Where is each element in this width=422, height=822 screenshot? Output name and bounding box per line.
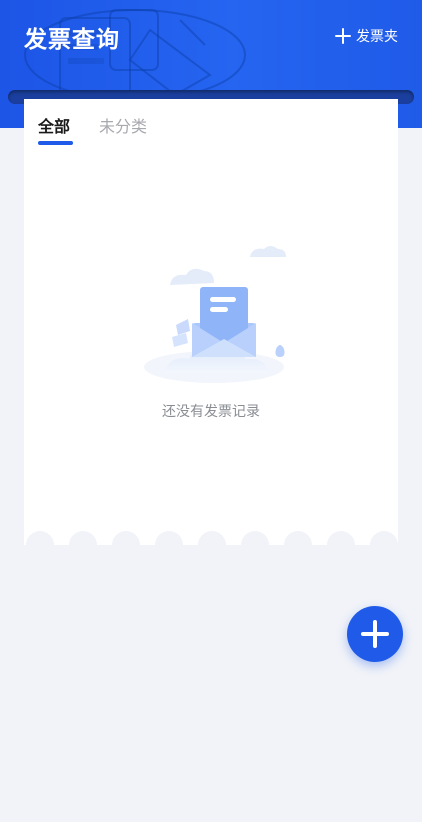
tab-bar: 全部 未分类 <box>38 113 176 145</box>
tab-active-indicator <box>38 141 73 145</box>
tab-uncategorized-label: 未分类 <box>99 117 148 136</box>
empty-envelope-illustration <box>144 246 286 383</box>
plus-icon <box>335 28 351 44</box>
add-invoice-folder-label: 发票夹 <box>356 29 398 45</box>
add-invoice-button[interactable] <box>347 606 403 662</box>
tab-uncategorized[interactable]: 未分类 <box>99 113 147 137</box>
invoice-list-card: 全部 未分类 还没有发票记录 <box>24 99 398 545</box>
paper-scalloped-edge <box>24 529 398 545</box>
plus-icon <box>361 620 389 648</box>
add-invoice-folder-button[interactable]: 发票夹 <box>335 24 398 48</box>
tab-all[interactable]: 全部 <box>38 113 73 145</box>
tab-all-label: 全部 <box>38 117 71 136</box>
empty-state-message: 还没有发票记录 <box>162 404 260 420</box>
page-title: 发票查询 <box>24 27 120 53</box>
